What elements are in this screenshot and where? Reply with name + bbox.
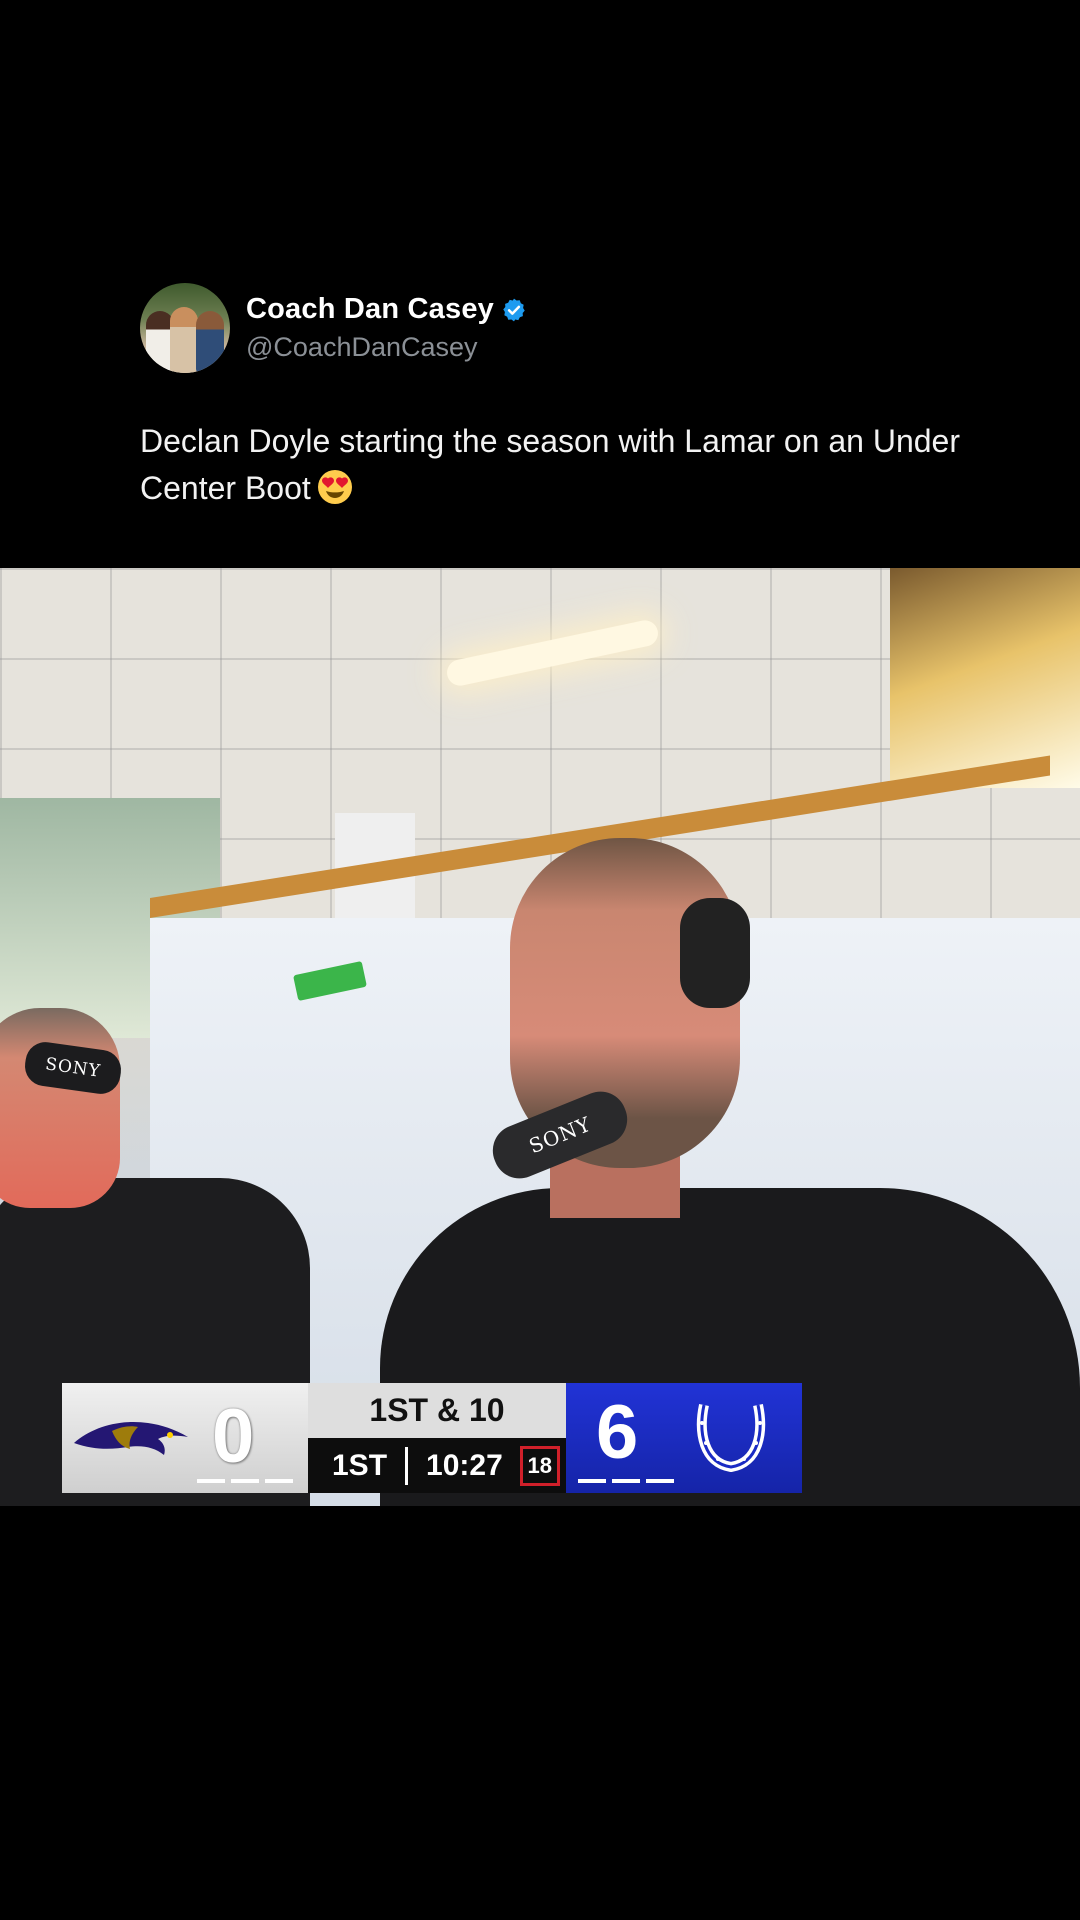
away-team-panel: 0 bbox=[62, 1383, 308, 1493]
heart-eyes-emoji-icon bbox=[317, 470, 352, 504]
away-timeouts bbox=[197, 1479, 293, 1483]
coach-left-head bbox=[0, 1008, 120, 1208]
window-right bbox=[890, 568, 1080, 788]
post-header: Coach Dan Casey @CoachDanCasey bbox=[140, 282, 527, 374]
avatar[interactable] bbox=[140, 283, 230, 373]
away-score: 0 bbox=[212, 1394, 255, 1479]
author-block: Coach Dan Casey @CoachDanCasey bbox=[246, 293, 527, 363]
play-clock: 18 bbox=[519, 1445, 560, 1486]
user-handle[interactable]: @CoachDanCasey bbox=[246, 332, 527, 363]
home-timeouts bbox=[578, 1479, 674, 1483]
post-text: Declan Doyle starting the season with La… bbox=[140, 418, 980, 512]
home-score: 6 bbox=[596, 1390, 639, 1475]
game-info-panel: 1ST & 10 1ST 10:27 18 bbox=[308, 1383, 566, 1493]
video-player[interactable]: SONY SONY 0 1ST & 10 1ST 10:27 18 6 bbox=[0, 568, 1080, 1506]
clock-divider bbox=[405, 1446, 409, 1485]
ravens-logo-icon bbox=[74, 1421, 188, 1455]
down-and-distance: 1ST & 10 bbox=[308, 1383, 566, 1438]
display-name-row: Coach Dan Casey bbox=[246, 293, 527, 326]
post-text-content: Declan Doyle starting the season with La… bbox=[140, 423, 960, 506]
home-team-panel: 6 bbox=[566, 1383, 802, 1493]
clock-row: 1ST 10:27 18 bbox=[308, 1438, 566, 1493]
game-clock: 10:27 bbox=[426, 1448, 503, 1482]
headset-earcup bbox=[680, 898, 750, 1008]
display-name[interactable]: Coach Dan Casey bbox=[246, 293, 494, 326]
quarter: 1ST bbox=[332, 1448, 388, 1482]
verified-badge-icon bbox=[503, 298, 525, 321]
colts-horseshoe-logo-icon bbox=[696, 1403, 766, 1473]
scoreboard: 0 1ST & 10 1ST 10:27 18 6 bbox=[62, 1383, 802, 1493]
